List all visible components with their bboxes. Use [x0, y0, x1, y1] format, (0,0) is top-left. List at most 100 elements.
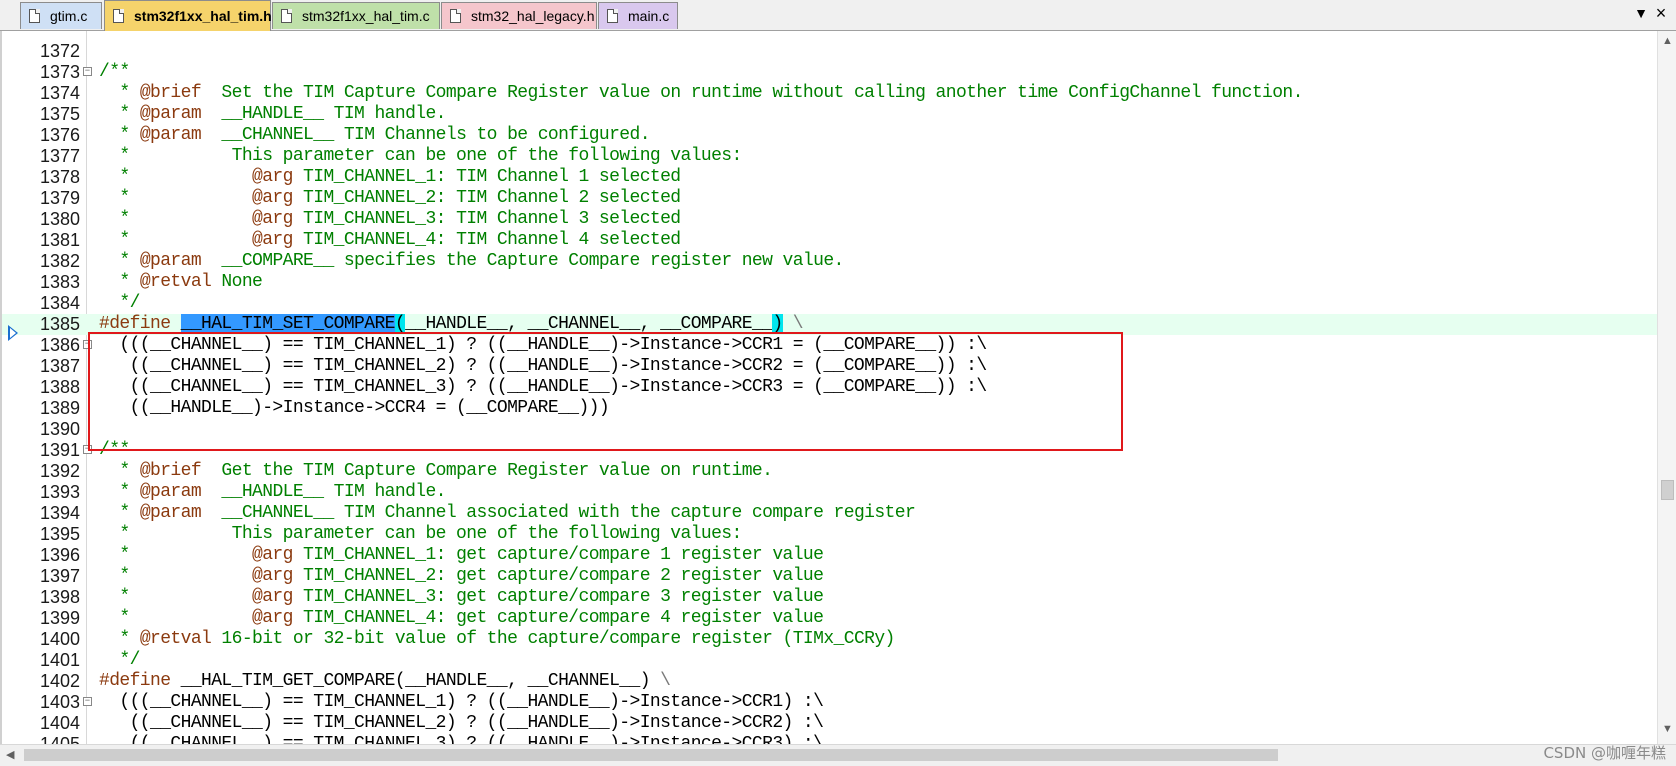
- horizontal-scroll-thumb[interactable]: [24, 749, 1278, 761]
- code-text: * @arg TIM_CHANNEL_2: TIM Channel 2 sele…: [99, 188, 681, 209]
- code-line[interactable]: 1373−/**: [2, 62, 1660, 83]
- code-token: 16-bit or 32-bit value of the capture/co…: [211, 629, 895, 649]
- code-editor[interactable]: 1372 1373−/** 1374 * @brief Set the TIM Ca…: [0, 31, 1676, 744]
- code-line[interactable]: 1403− (((__CHANNEL__) == TIM_CHANNEL_1) …: [2, 692, 1660, 713]
- tab-3[interactable]: stm32f1xx_hal_tim.c: [272, 2, 440, 29]
- vertical-scrollbar[interactable]: ▲ ▼: [1657, 31, 1676, 744]
- code-text: * @arg TIM_CHANNEL_4: TIM Channel 4 sele…: [99, 230, 681, 251]
- fold-toggle-icon[interactable]: −: [83, 340, 92, 349]
- code-token: __HANDLE__ TIM handle.: [201, 482, 446, 502]
- code-text: * @arg TIM_CHANNEL_3: get capture/compar…: [99, 587, 824, 608]
- code-line[interactable]: 1398 * @arg TIM_CHANNEL_3: get capture/c…: [2, 587, 1660, 608]
- code-text: * @param __CHANNEL__ TIM Channels to be …: [99, 125, 650, 146]
- code-token: */: [99, 650, 140, 670]
- code-line[interactable]: 1399 * @arg TIM_CHANNEL_4: get capture/c…: [2, 608, 1660, 629]
- horizontal-scrollbar[interactable]: ◀: [0, 744, 1676, 766]
- code-token: *: [99, 587, 253, 607]
- code-line[interactable]: 1402 #define __HAL_TIM_GET_COMPARE(__HAND…: [2, 671, 1660, 692]
- tab-2[interactable]: stm32f1xx_hal_tim.h: [104, 0, 272, 31]
- code-line[interactable]: 1405 ((__CHANNEL__) == TIM_CHANNEL_3) ? …: [2, 734, 1660, 744]
- code-line[interactable]: 1390: [2, 419, 1660, 440]
- code-token: __CHANNEL__ TIM Channels to be configure…: [201, 125, 650, 145]
- code-line[interactable]: 1376 * @param __CHANNEL__ TIM Channels t…: [2, 125, 1660, 146]
- code-text: (((__CHANNEL__) == TIM_CHANNEL_1) ? ((__…: [99, 335, 987, 356]
- tab-4[interactable]: stm32_hal_legacy.h: [441, 2, 597, 29]
- code-token: @retval: [139, 272, 212, 292]
- code-line[interactable]: 1404 ((__CHANNEL__) == TIM_CHANNEL_2) ? …: [2, 713, 1660, 734]
- code-token: *: [99, 608, 253, 628]
- code-line[interactable]: 1388 ((__CHANNEL__) == TIM_CHANNEL_3) ? …: [2, 377, 1660, 398]
- line-number: 1372: [39, 41, 80, 61]
- code-line[interactable]: 1381 * @arg TIM_CHANNEL_4: TIM Channel 4…: [2, 230, 1660, 251]
- code-token: *: [99, 482, 140, 502]
- line-number: 1387: [39, 356, 80, 376]
- code-token: TIM_CHANNEL_4: TIM Channel 4 selected: [292, 230, 681, 250]
- code-text: * @retval None: [99, 272, 262, 293]
- code-token: /**: [99, 440, 130, 460]
- code-text: * @param __HANDLE__ TIM handle.: [99, 104, 446, 125]
- code-line[interactable]: 1396 * @arg TIM_CHANNEL_1: get capture/c…: [2, 545, 1660, 566]
- code-text: */: [99, 650, 140, 671]
- code-token: TIM_CHANNEL_4: get capture/compare 4 reg…: [292, 608, 824, 628]
- fold-toggle-icon[interactable]: −: [83, 445, 92, 454]
- code-line[interactable]: 1394 * @param __CHANNEL__ TIM Channel as…: [2, 503, 1660, 524]
- code-line[interactable]: 1389 ((__HANDLE__)->Instance->CCR4 = (__…: [2, 398, 1660, 419]
- code-line[interactable]: 1375 * @param __HANDLE__ TIM handle.: [2, 104, 1660, 125]
- line-number: 1397: [39, 566, 80, 586]
- code-line[interactable]: 1380 * @arg TIM_CHANNEL_3: TIM Channel 3…: [2, 209, 1660, 230]
- close-tab-icon[interactable]: ×: [1652, 4, 1670, 22]
- code-line[interactable]: 1395 * This parameter can be one of the …: [2, 524, 1660, 545]
- code-line[interactable]: 1383 * @retval None: [2, 272, 1660, 293]
- code-line[interactable]: 1384 */: [2, 293, 1660, 314]
- tab-1[interactable]: gtim.c: [20, 2, 102, 29]
- code-text: ((__CHANNEL__) == TIM_CHANNEL_3) ? ((__H…: [99, 377, 988, 398]
- code-line[interactable]: 1397 * @arg TIM_CHANNEL_2: get capture/c…: [2, 566, 1660, 587]
- line-number: 1388: [39, 377, 80, 397]
- code-token: @arg: [252, 608, 293, 628]
- code-line[interactable]: 1386− (((__CHANNEL__) == TIM_CHANNEL_1) …: [2, 335, 1660, 356]
- scroll-left-icon[interactable]: ◀: [6, 748, 14, 761]
- code-token: *: [99, 125, 140, 145]
- code-line[interactable]: 1400 * @retval 16-bit or 32-bit value of…: [2, 629, 1660, 650]
- code-token: * This parameter can be one of the follo…: [99, 146, 742, 166]
- code-token: @param: [139, 503, 202, 523]
- code-text: * @arg TIM_CHANNEL_1: get capture/compar…: [99, 545, 824, 566]
- code-line[interactable]: 1377 * This parameter can be one of the …: [2, 146, 1660, 167]
- vertical-scroll-thumb[interactable]: [1661, 480, 1674, 500]
- line-number: 1379: [39, 188, 80, 208]
- code-token: @brief: [139, 83, 202, 103]
- fold-toggle-icon[interactable]: −: [83, 67, 92, 76]
- code-text: ((__CHANNEL__) == TIM_CHANNEL_2) ? ((__H…: [99, 713, 824, 734]
- code-token: TIM_CHANNEL_2: TIM Channel 2 selected: [292, 188, 681, 208]
- code-line[interactable]: 1374 * @brief Set the TIM Capture Compar…: [2, 83, 1660, 104]
- line-number: 1399: [39, 608, 80, 628]
- tab-list-dropdown-icon[interactable]: ▼: [1632, 4, 1650, 22]
- line-number: 1396: [39, 545, 80, 565]
- code-token: *: [99, 209, 253, 229]
- line-number: 1395: [39, 524, 80, 544]
- code-line[interactable]: 1391−/**: [2, 440, 1660, 461]
- scroll-down-icon[interactable]: ▼: [1662, 723, 1673, 735]
- code-line[interactable]: 1378 * @arg TIM_CHANNEL_1: TIM Channel 1…: [2, 167, 1660, 188]
- code-text: /**: [99, 62, 130, 83]
- scroll-up-icon[interactable]: ▲: [1662, 35, 1673, 47]
- code-text: * @param __CHANNEL__ TIM Channel associa…: [99, 503, 915, 524]
- code-token: __HAL_TIM_GET_COMPARE(__HANDLE__, __CHAN…: [180, 671, 661, 691]
- code-line[interactable]: 1382 * @param __COMPARE__ specifies the …: [2, 251, 1660, 272]
- code-line[interactable]: 1401 */: [2, 650, 1660, 671]
- code-line[interactable]: 1387 ((__CHANNEL__) == TIM_CHANNEL_2) ? …: [2, 356, 1660, 377]
- code-line[interactable]: 1372: [2, 41, 1660, 62]
- line-number: 1378: [39, 167, 80, 187]
- code-token: * This parameter can be one of the follo…: [99, 524, 742, 544]
- line-number: 1403: [39, 692, 80, 712]
- code-line[interactable]: 1385 #define __HAL_TIM_SET_COMPARE(__HAND…: [2, 314, 1660, 335]
- code-line[interactable]: 1379 * @arg TIM_CHANNEL_2: TIM Channel 2…: [2, 188, 1660, 209]
- code-line[interactable]: 1392 * @brief Get the TIM Capture Compar…: [2, 461, 1660, 482]
- code-token: TIM_CHANNEL_1: TIM Channel 1 selected: [292, 167, 681, 187]
- code-text: * @arg TIM_CHANNEL_3: TIM Channel 3 sele…: [99, 209, 681, 230]
- fold-toggle-icon[interactable]: −: [83, 697, 92, 706]
- code-token: __HANDLE__ TIM handle.: [201, 104, 446, 124]
- file-icon: [281, 9, 292, 23]
- code-line[interactable]: 1393 * @param __HANDLE__ TIM handle.: [2, 482, 1660, 503]
- tab-5[interactable]: main.c: [598, 2, 678, 29]
